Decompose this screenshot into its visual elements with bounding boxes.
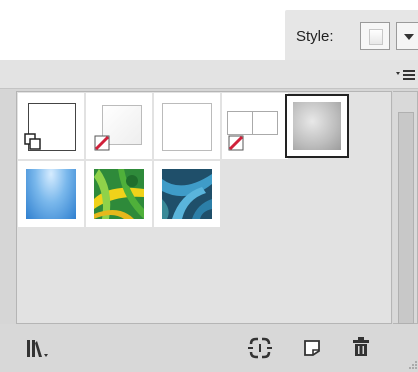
break-link-icon[interactable] — [247, 335, 273, 361]
panel-header — [0, 60, 418, 89]
style-label: Style: — [296, 28, 334, 45]
swatch-no-fill-style[interactable] — [86, 93, 152, 159]
style-preview-icon — [369, 29, 383, 45]
swatch-blue-gradient-style[interactable] — [18, 161, 84, 227]
no-fill-icon — [94, 135, 110, 151]
top-toolbar: Style: — [0, 0, 418, 60]
panel-bottom-bar — [0, 324, 418, 372]
style-dropdown-button[interactable] — [396, 22, 418, 50]
style-swatch-button[interactable] — [360, 22, 390, 50]
trash-icon[interactable] — [351, 336, 371, 358]
swatch-white-fill-style[interactable] — [154, 93, 220, 159]
swatch-default-graphic-style[interactable] — [18, 93, 84, 159]
panel-menu-icon[interactable] — [395, 68, 417, 82]
resize-grip-icon[interactable] — [408, 360, 418, 370]
swatch-no-fill-split-style[interactable] — [222, 93, 288, 159]
foliage-texture-icon — [94, 169, 144, 219]
swatch-foliage-yellow-style[interactable] — [86, 161, 152, 227]
foliage-texture-icon — [162, 169, 212, 219]
new-style-icon[interactable] — [302, 338, 322, 358]
swatch-gray-gradient-style[interactable] — [285, 94, 349, 158]
default-style-icon — [24, 133, 41, 150]
library-menu-icon[interactable] — [26, 338, 60, 360]
scrollbar-thumb[interactable] — [398, 112, 414, 324]
swatch-foliage-blue-style[interactable] — [154, 161, 220, 227]
no-fill-icon — [228, 135, 244, 151]
